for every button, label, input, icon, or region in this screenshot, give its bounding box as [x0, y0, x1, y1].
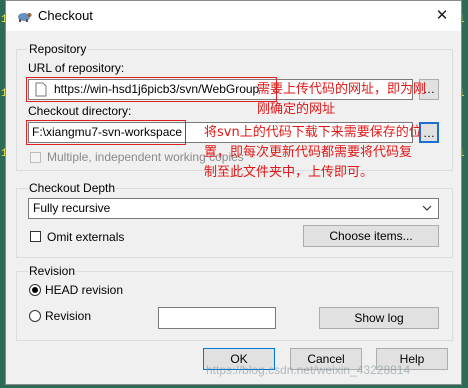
watermark: https://blog.csdn.net/weixin_43228814: [206, 363, 411, 377]
checkout-dir-label: Checkout directory:: [28, 104, 132, 118]
dir-highlight-box: [26, 120, 186, 145]
omit-externals-checkbox[interactable]: [30, 231, 41, 242]
revision-label: Revision: [45, 309, 92, 323]
dir-annotation-line3: 制至此文件夹中，上传即可。: [204, 165, 374, 180]
omit-externals-label: Omit externals: [47, 230, 125, 244]
title-bar[interactable]: Checkout ✕: [6, 1, 461, 31]
revision-group: [16, 271, 453, 341]
multiple-wc-checkbox[interactable]: [30, 152, 41, 163]
url-annotation-line1: 需要上传代码的网址，即为刚: [257, 82, 427, 97]
window-title: Checkout: [38, 8, 93, 23]
depth-select[interactable]: Fully recursive: [28, 198, 439, 219]
revision-field[interactable]: [158, 307, 276, 329]
close-icon[interactable]: ✕: [431, 5, 453, 27]
depth-selected: Fully recursive: [33, 201, 111, 215]
head-revision-radio[interactable]: [29, 284, 41, 296]
url-highlight-box: [26, 77, 277, 102]
dir-annotation-line2: 置，即每次更新代码都需要将代码复: [204, 145, 413, 160]
url-annotation-line2: 刚确定的网址: [257, 102, 336, 117]
url-label: URL of repository:: [28, 61, 125, 75]
revision-group-label: Revision: [28, 264, 77, 278]
depth-group-label: Checkout Depth: [28, 181, 117, 195]
tortoisesvn-icon: [18, 13, 32, 22]
show-log-button[interactable]: Show log: [319, 307, 439, 329]
revision-radio[interactable]: [29, 310, 41, 322]
dir-annotation-line1: 将svn上的代码下载下来需要保存的位: [204, 125, 422, 140]
repository-group-label: Repository: [28, 42, 88, 56]
head-revision-label: HEAD revision: [45, 283, 124, 297]
chevron-down-icon: [422, 205, 432, 211]
choose-items-button[interactable]: Choose items...: [303, 225, 439, 247]
browse-dir-button[interactable]: …: [419, 122, 439, 143]
checkout-dialog: Checkout ✕ Repository URL of repository:…: [5, 0, 462, 385]
